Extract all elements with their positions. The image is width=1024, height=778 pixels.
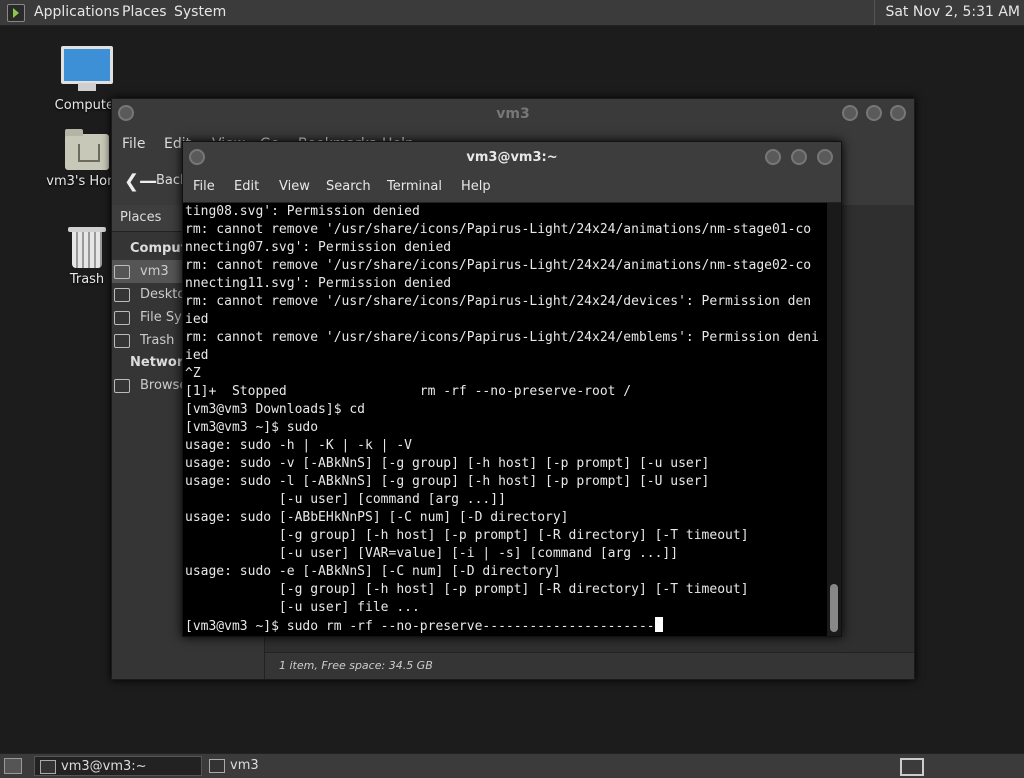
applications-menu[interactable]: Applications [34, 0, 120, 25]
home-folder-icon [65, 129, 109, 170]
text-cursor [654, 617, 663, 632]
terminal-line: rm: cannot remove '/usr/share/icons/Papi… [185, 258, 812, 273]
terminal-line: ied [185, 348, 209, 363]
terminal-line: rm: cannot remove '/usr/share/icons/Papi… [185, 294, 812, 309]
terminal-line: rm: cannot remove '/usr/share/icons/Papi… [185, 222, 812, 237]
applications-menu-icon[interactable] [7, 4, 25, 22]
places-menu[interactable]: Places [122, 0, 167, 25]
close-button[interactable] [817, 149, 833, 165]
menu-view[interactable]: View [279, 179, 310, 194]
taskbar-item-file-manager[interactable]: vm3 [204, 756, 354, 776]
back-arrow-icon[interactable]: ❮— [124, 171, 157, 192]
terminal-line: [-u user] [VAR=value] [-i | -s] [command… [185, 546, 679, 561]
trash-icon [114, 334, 130, 348]
menu-search[interactable]: Search [326, 179, 371, 194]
terminal-prompt[interactable]: [vm3@vm3 ~]$ sudo rm -rf --no-preserve--… [185, 617, 827, 635]
terminal-titlebar[interactable]: vm3@vm3:~ [183, 142, 841, 174]
taskbar-item-terminal[interactable]: vm3@vm3:~ [34, 756, 202, 776]
terminal-line: rm: cannot remove '/usr/share/icons/Papi… [185, 330, 819, 345]
clock[interactable]: Sat Nov 2, 5:31 AM [874, 0, 1024, 25]
terminal-output[interactable]: ting08.svg': Permission denied rm: canno… [185, 203, 827, 635]
prompt-text: [vm3@vm3 ~]$ sudo rm -rf --no-preserve--… [185, 619, 655, 634]
terminal-icon [40, 760, 56, 774]
terminal-line: usage: sudo -e [-ABkNnS] [-C num] [-D di… [185, 564, 561, 579]
file-manager-title: vm3 [496, 106, 530, 122]
terminal-menubar: File Edit View Search Terminal Help [183, 174, 841, 203]
terminal-title: vm3@vm3:~ [466, 150, 558, 165]
terminal-line: nnecting07.svg': Permission denied [185, 240, 452, 255]
workspace-switcher[interactable] [900, 758, 924, 776]
scrollbar-thumb[interactable] [830, 584, 838, 632]
terminal-scrollbar[interactable] [827, 203, 841, 636]
terminal-line: nnecting11.svg': Permission denied [185, 276, 452, 291]
terminal-line: [vm3@vm3 ~]$ sudo [185, 420, 319, 435]
show-desktop-icon[interactable] [4, 758, 22, 774]
terminal-line: usage: sudo -h | -K | -k | -V [185, 438, 412, 453]
close-button[interactable] [890, 105, 906, 121]
minimize-button[interactable] [842, 105, 858, 121]
terminal-line: ting08.svg': Permission denied [185, 204, 420, 219]
terminal-line: ^Z [185, 366, 201, 381]
computer-icon [61, 46, 113, 91]
status-bar: 1 item, Free space: 34.5 GB [265, 652, 914, 679]
folder-icon [114, 288, 130, 302]
terminal-line: [-u user] file ... [185, 600, 420, 615]
terminal-line: [1]+ Stopped rm -rf --no-preserve-root / [185, 384, 632, 399]
folder-icon [209, 759, 225, 773]
top-panel: Applications Places System Sat Nov 2, 5:… [0, 0, 1024, 26]
menu-edit[interactable]: Edit [234, 179, 259, 194]
maximize-button[interactable] [791, 149, 807, 165]
home-icon [114, 265, 130, 279]
terminal-line: ied [185, 312, 209, 327]
terminal-line: [-u user] [command [arg ...]] [185, 492, 506, 507]
menu-help[interactable]: Help [461, 179, 491, 194]
terminal-window: vm3@vm3:~ File Edit View Search Terminal… [182, 141, 842, 637]
terminal-line: usage: sudo -v [-ABkNnS] [-g group] [-h … [185, 456, 710, 471]
menu-file[interactable]: File [193, 179, 215, 194]
terminal-line: [vm3@vm3 Downloads]$ cd [185, 402, 366, 417]
menu-file[interactable]: File [122, 136, 145, 152]
system-menu[interactable]: System [174, 0, 226, 25]
terminal-line: [-g group] [-h host] [-p prompt] [-R dir… [185, 582, 749, 597]
terminal-line: usage: sudo -l [-ABkNnS] [-g group] [-h … [185, 474, 710, 489]
maximize-button[interactable] [866, 105, 882, 121]
bottom-panel: vm3@vm3:~ vm3 [0, 753, 1024, 778]
menu-terminal[interactable]: Terminal [387, 179, 442, 194]
drive-icon [114, 311, 130, 325]
terminal-line: usage: sudo [-ABbEHkNnPS] [-C num] [-D d… [185, 510, 569, 525]
minimize-button[interactable] [765, 149, 781, 165]
network-icon [114, 379, 130, 393]
terminal-line: [-g group] [-h host] [-p prompt] [-R dir… [185, 528, 749, 543]
file-manager-titlebar[interactable]: vm3 [112, 99, 914, 131]
trash-icon [68, 227, 106, 268]
